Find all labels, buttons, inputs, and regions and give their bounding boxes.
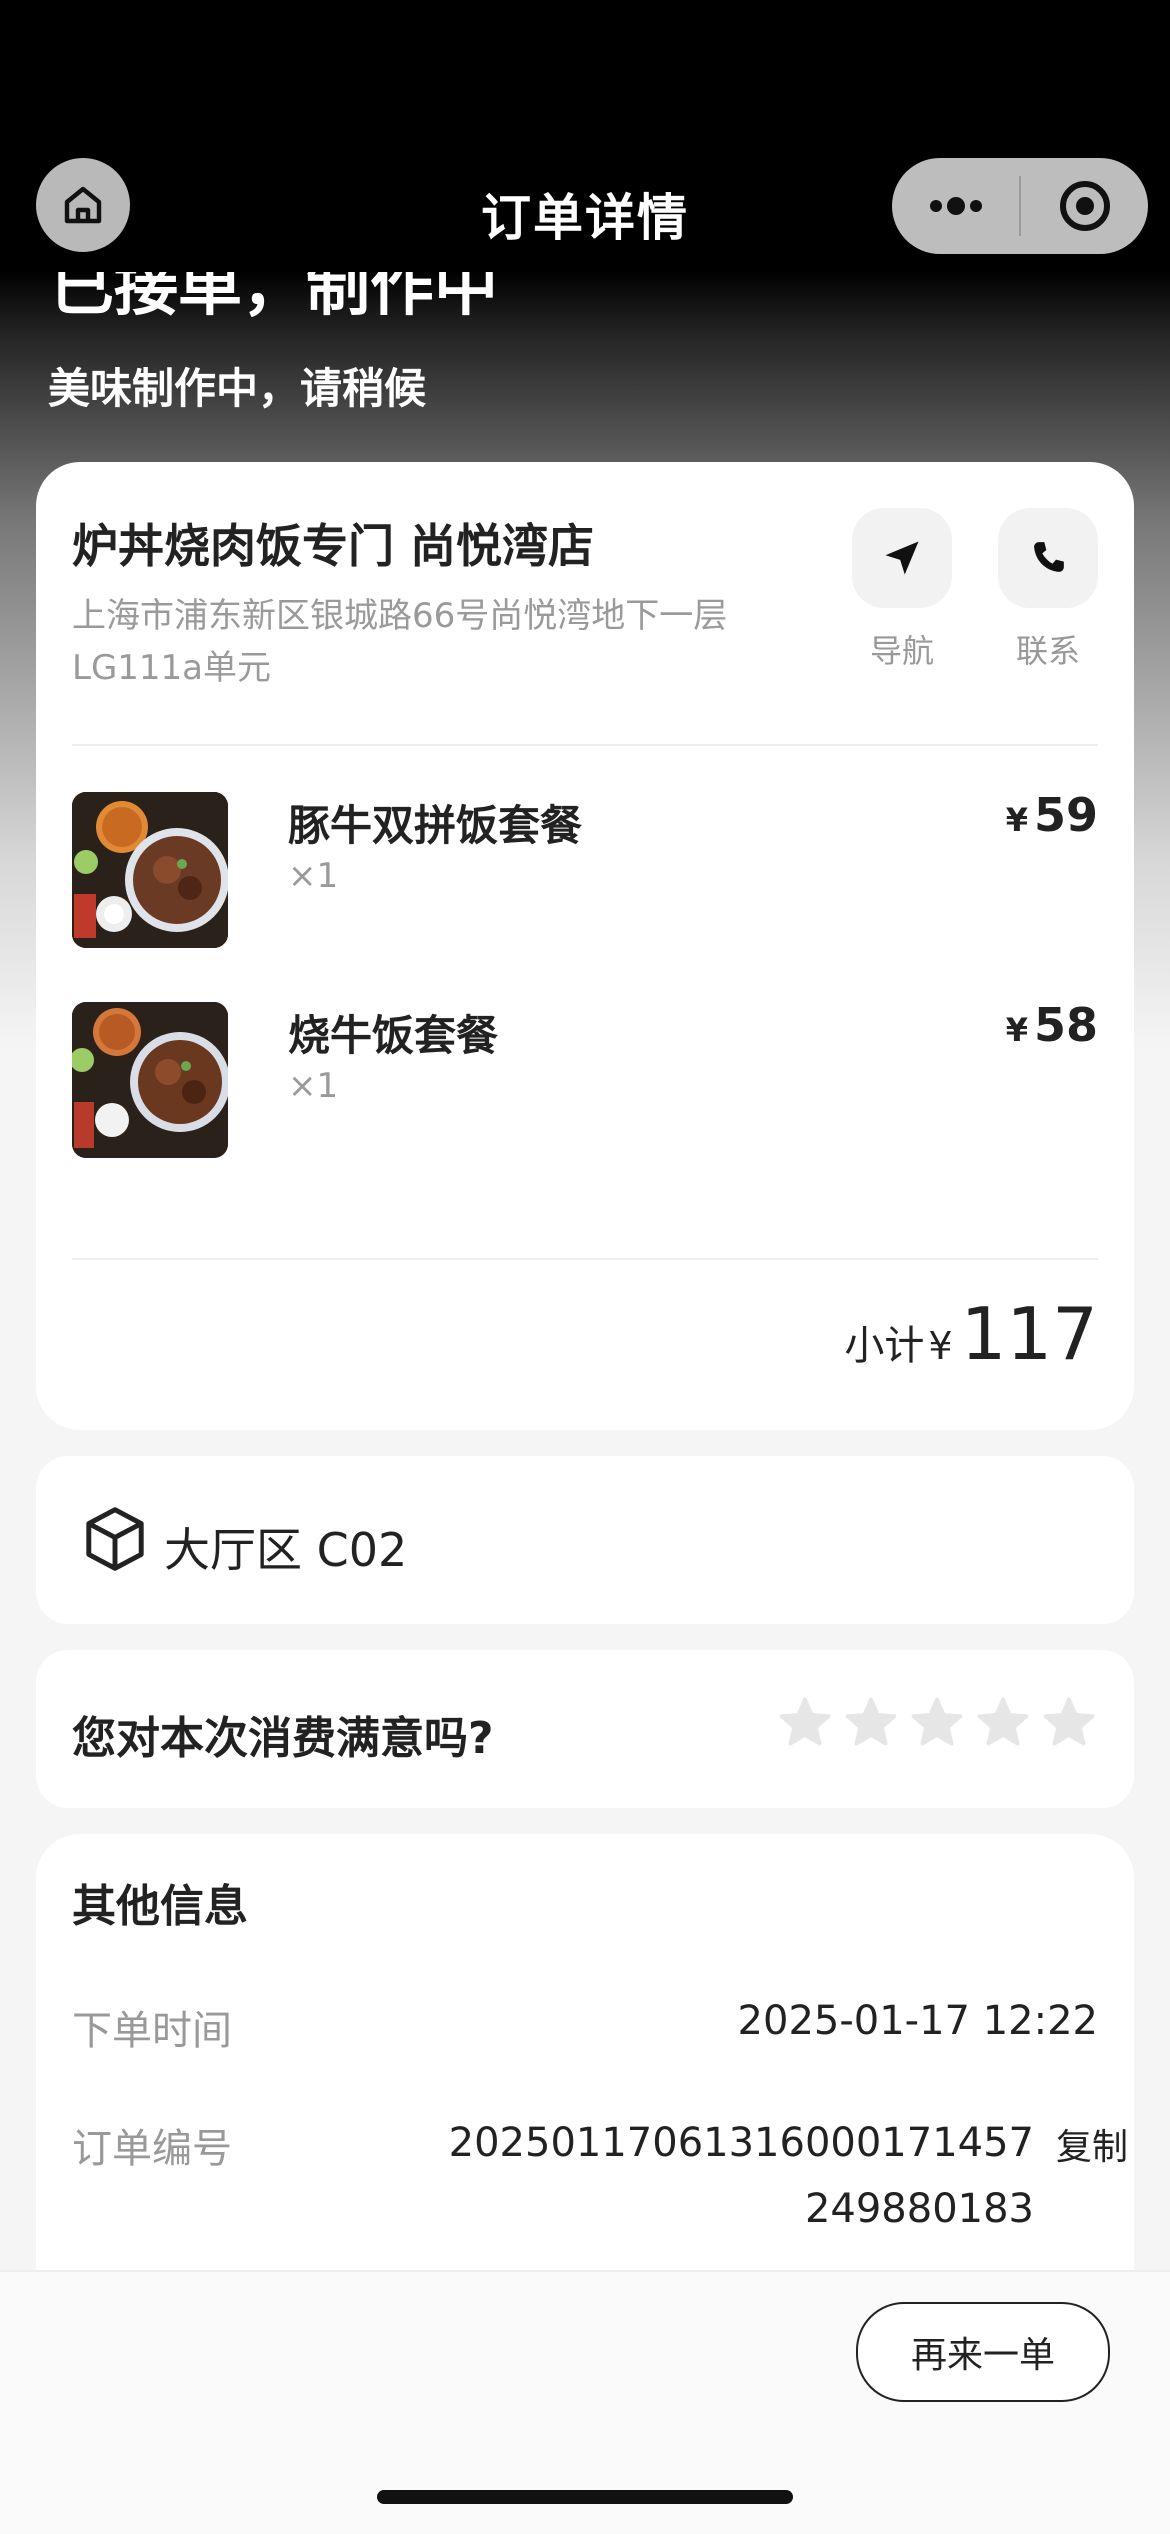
navigation-arrow-icon: [885, 541, 919, 575]
order-item: 烧牛饭套餐 ×1 ¥58: [72, 998, 1098, 1158]
other-info-title: 其他信息: [72, 1881, 248, 1932]
navigate-button[interactable]: 导航: [852, 508, 952, 672]
navigate-label: 导航: [869, 632, 934, 670]
contact-button[interactable]: 联系: [998, 508, 1098, 672]
target-close-icon: [1059, 181, 1110, 231]
rating-card: 您对本次消费满意吗?: [36, 1650, 1134, 1808]
star-icon[interactable]: [908, 1694, 966, 1752]
item-name: 豚牛双拼饭套餐: [288, 801, 583, 850]
star-icon[interactable]: [842, 1694, 900, 1752]
more-button[interactable]: [892, 158, 1019, 254]
item-name: 烧牛饭套餐: [288, 1011, 499, 1060]
table-card: 大厅区 C02: [36, 1456, 1134, 1624]
order-status-title: 已接单，制作中: [50, 264, 498, 325]
copy-order-number-button[interactable]: 复制: [1056, 2118, 1128, 2170]
subtotal-label: 小计: [844, 1323, 925, 1369]
store-name: 炉丼烧肉饭专门 尚悦湾店: [72, 519, 595, 573]
store-order-card: 炉丼烧肉饭专门 尚悦湾店 上海市浦东新区银城路66号尚悦湾地下一层LG111a单…: [36, 462, 1134, 1430]
order-number-value: 20250117061316000171457249880183: [448, 2120, 1034, 2232]
home-indicator: [377, 2490, 793, 2504]
rating-question: 您对本次消费满意吗?: [72, 1713, 494, 1764]
item-quantity: ×1: [288, 856, 339, 896]
box-icon: [86, 1507, 144, 1571]
contact-label: 联系: [1015, 632, 1080, 670]
star-icon[interactable]: [776, 1694, 834, 1752]
star-icon[interactable]: [1040, 1694, 1098, 1752]
order-time-label: 下单时间: [72, 2008, 232, 2054]
store-address: 上海市浦东新区银城路66号尚悦湾地下一层LG111a单元: [72, 596, 728, 688]
item-price: ¥59: [1005, 788, 1098, 842]
item-image: [72, 792, 228, 948]
subtotal-currency: ¥: [928, 1324, 953, 1368]
order-time-value: 2025-01-17 12:22: [737, 1998, 1098, 2044]
order-item: 豚牛双拼饭套餐 ×1 ¥59: [72, 788, 1098, 948]
navigation-bar: 订单详情: [0, 0, 1170, 272]
star-icon[interactable]: [974, 1694, 1032, 1752]
phone-icon: [1034, 542, 1064, 572]
table-number: 大厅区 C02: [164, 1523, 408, 1577]
reorder-button[interactable]: 再来一单: [856, 2302, 1110, 2402]
item-price: ¥58: [1005, 998, 1098, 1052]
divider: [72, 744, 1098, 746]
order-status-subtitle: 美味制作中，请稍候: [48, 364, 427, 413]
divider: [72, 1258, 1098, 1260]
close-mini-program-button[interactable]: [1021, 158, 1148, 254]
mini-program-capsule: [892, 158, 1148, 254]
item-image: [72, 1002, 228, 1158]
order-number-label: 订单编号: [72, 2126, 232, 2172]
item-quantity: ×1: [288, 1066, 339, 1106]
subtotal: 小计 ¥ 117: [844, 1292, 1098, 1376]
more-dots-icon: [929, 197, 982, 215]
star-rating[interactable]: [776, 1694, 1098, 1752]
subtotal-value: 117: [960, 1292, 1098, 1376]
